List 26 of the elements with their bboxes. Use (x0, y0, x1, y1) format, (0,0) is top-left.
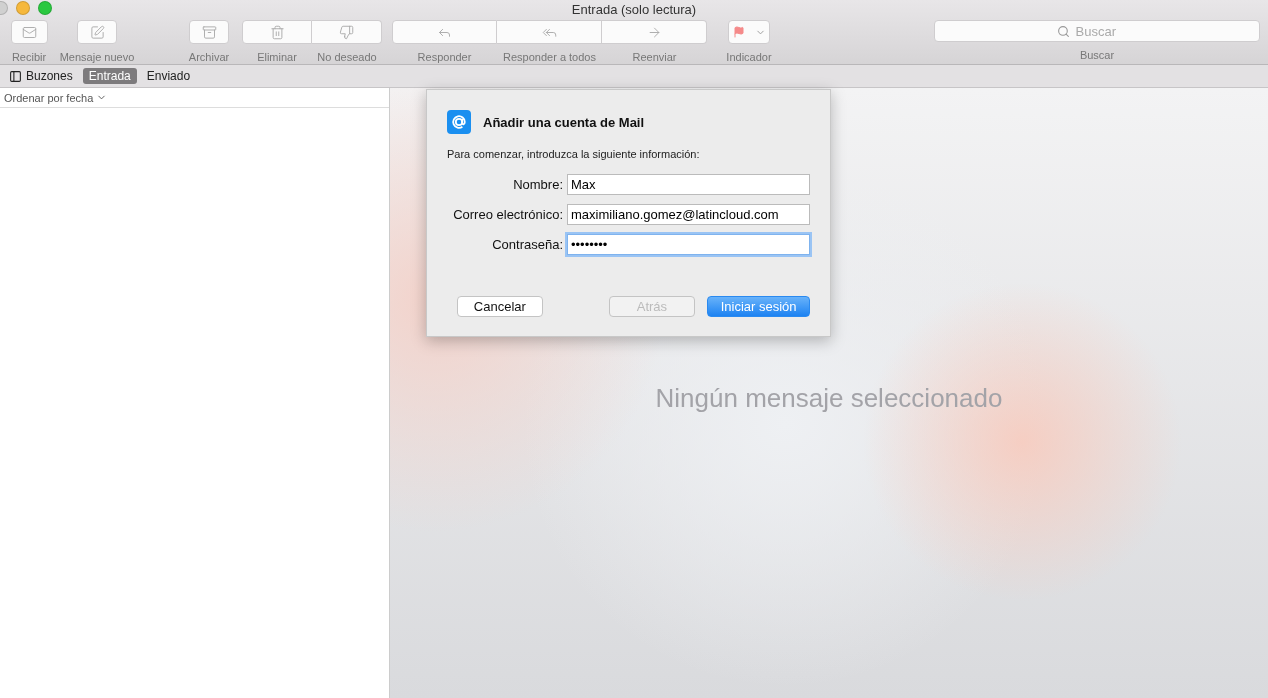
toolbar-label: Eliminar (256, 51, 298, 63)
toolbar-label: Responder a todos (502, 51, 597, 63)
toolbar-label: No deseado (316, 51, 378, 63)
input-field[interactable]: Max (567, 174, 810, 195)
window-title: Entrada (solo lectura) (571, 1, 697, 17)
search-input[interactable]: Buscar (1073, 22, 1138, 40)
search-field[interactable]: Buscar (934, 20, 1260, 42)
dialog-intro: Para comenzar, introduzca la siguiente información: (447, 148, 701, 160)
toolbar-label: Mensaje nuevo (58, 51, 136, 63)
toolbar-label: Recibir (10, 51, 48, 63)
mailboxes-toggle[interactable]: Buzones (3, 68, 79, 84)
field-label: Correo electrónico: (452, 207, 563, 222)
mailbox-tab[interactable]: Enviado (140, 68, 197, 84)
search-label: Buscar (1078, 49, 1116, 61)
field-label: Contraseña: (491, 237, 563, 252)
empty-message: Ningún mensaje seleccionado (655, 382, 1003, 414)
input-field[interactable]: maximiliano.gomez@latincloud.com (567, 204, 810, 225)
input-field[interactable]: •••••••• (567, 234, 810, 255)
dialog-title: Añadir una cuenta de Mail (483, 114, 645, 130)
toolbar-label: Responder (416, 51, 473, 63)
toolbar-label: Archivar (187, 51, 231, 63)
toolbar-label: Reenviar (631, 51, 678, 63)
toolbar-label: Indicador (725, 51, 773, 63)
field-label: Nombre: (512, 177, 563, 192)
mailbox-tab[interactable]: Entrada (82, 68, 137, 84)
dialog-button[interactable]: Cancelar (457, 296, 543, 317)
